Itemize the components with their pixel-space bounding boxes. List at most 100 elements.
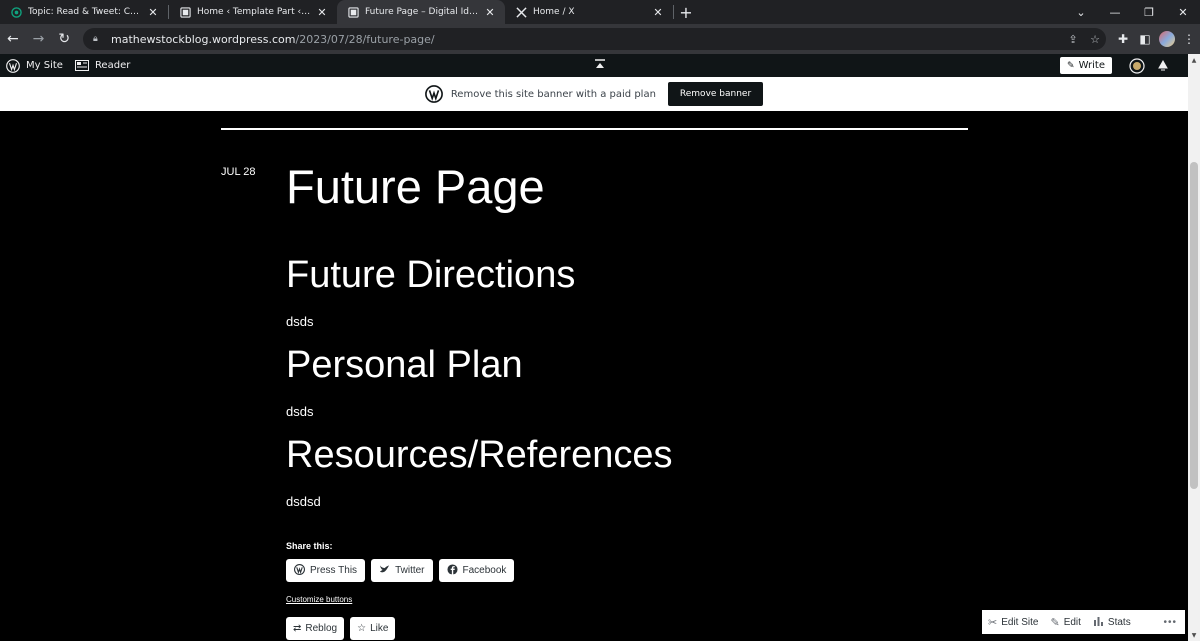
like-button[interactable]: ☆ Like (350, 617, 396, 640)
admin-bar-right: ✎ Write (1060, 54, 1174, 77)
toolbar-right: ✚ ◧ ⋮ (1112, 28, 1200, 50)
back-arrow-icon[interactable]: ← (0, 26, 26, 52)
tab-title: Home ‹ Template Part ‹ Editor ‹ D (197, 7, 311, 17)
site-banner: Remove this site banner with a paid plan… (0, 77, 1188, 111)
lock-icon: 🔒︎ (93, 34, 98, 44)
browser-tab-3-active[interactable]: Future Page – Digital Identity Jou ✕ (337, 0, 505, 24)
section-body: dsds (286, 314, 314, 329)
reload-icon[interactable]: ↻ (51, 26, 77, 52)
share-buttons: Press This Twitter Facebook (286, 559, 520, 582)
stats-button[interactable]: Stats (1087, 616, 1137, 629)
forward-arrow-icon[interactable]: → (26, 26, 52, 52)
section-heading: Resources/References (286, 434, 673, 476)
window-controls: ⌄ — ❐ ✕ (1064, 0, 1200, 24)
account-avatar-icon[interactable] (1126, 55, 1148, 77)
write-label: Write (1078, 60, 1105, 71)
x-logo-icon (515, 6, 527, 18)
scrollbar-thumb[interactable] (1190, 162, 1198, 489)
stats-bars-icon (1093, 616, 1104, 629)
page-icon (347, 6, 359, 18)
browser-tab-4[interactable]: Home / X ✕ (505, 0, 673, 24)
sidebar-icon[interactable]: ◧ (1134, 28, 1156, 50)
write-button[interactable]: ✎ Write (1060, 57, 1112, 74)
reblog-icon: ⇄ (293, 623, 302, 634)
like-row: ⇄ Reblog ☆ Like (286, 617, 401, 640)
url-host: mathewstockblog.wordpress.com (111, 32, 296, 46)
share-icon[interactable]: ⇪ (1062, 29, 1084, 49)
tab-title: Future Page – Digital Identity Jou (365, 7, 479, 17)
notifications-bell-icon[interactable] (1152, 55, 1174, 77)
menu-kebab-icon[interactable]: ⋮ (1178, 28, 1200, 50)
tab-title: Topic: Read & Tweet: Chapter 12 (28, 7, 142, 17)
tools-icon: ✂ (988, 616, 998, 629)
my-site-label: My Site (26, 60, 63, 71)
close-tab-icon[interactable]: ✕ (315, 5, 329, 19)
post-date: JUL 28 (221, 166, 256, 178)
wordpress-logo-icon (6, 58, 20, 73)
restore-icon[interactable]: ❐ (1132, 0, 1166, 24)
wordpress-logo-icon (424, 85, 443, 103)
browser-tab-strip: Topic: Read & Tweet: Chapter 12 ✕ Home ‹… (0, 0, 1200, 24)
pen-icon: ✎ (1067, 60, 1075, 71)
collapse-bar-icon[interactable] (594, 59, 606, 71)
browser-tab-1[interactable]: Topic: Read & Tweet: Chapter 12 ✕ (0, 0, 168, 24)
like-label: Like (370, 623, 389, 634)
tab-title: Home / X (533, 7, 575, 17)
section-heading: Personal Plan (286, 344, 523, 386)
my-site-link[interactable]: My Site (0, 54, 69, 77)
reblog-button[interactable]: ⇄ Reblog (286, 617, 345, 640)
remove-banner-button[interactable]: Remove banner (667, 82, 764, 106)
facebook-icon (446, 563, 458, 578)
reblog-label: Reblog (305, 623, 338, 634)
scroll-down-icon[interactable]: ▼ (1188, 629, 1200, 641)
page-scrollbar[interactable]: ▲ ▼ (1188, 54, 1200, 641)
omnibox-actions: ⇪ ☆ (1062, 29, 1106, 49)
wordpress-logo-icon (294, 563, 305, 578)
facebook-share-button[interactable]: Facebook (438, 559, 515, 582)
browser-toolbar: ← → ↻ 🔒︎ mathewstockblog.wordpress.com/2… (0, 24, 1200, 54)
url-path: /2023/07/28/future-page/ (295, 32, 435, 46)
section-body: dsdsd (286, 494, 321, 509)
pencil-icon: ✎ (1050, 616, 1060, 629)
post-content: JUL 28 Future Page Future Directions dsd… (0, 111, 1188, 641)
more-options-icon[interactable]: ••• (1163, 617, 1185, 628)
wp-admin-bar: My Site Reader ✎ Write (0, 54, 1188, 77)
customize-buttons-link[interactable]: Customize buttons (286, 595, 352, 604)
section-heading: Future Directions (286, 254, 576, 296)
press-this-label: Press This (310, 565, 358, 576)
address-bar[interactable]: 🔒︎ mathewstockblog.wordpress.com/2023/07… (83, 28, 1106, 50)
twitter-bird-icon (379, 564, 390, 577)
share-label: Share this: (286, 541, 333, 551)
reader-icon (74, 60, 89, 71)
close-tab-icon[interactable]: ✕ (651, 5, 665, 19)
close-tab-icon[interactable]: ✕ (146, 5, 160, 19)
stats-label: Stats (1107, 616, 1131, 628)
close-tab-icon[interactable]: ✕ (483, 5, 497, 19)
browser-tab-2[interactable]: Home ‹ Template Part ‹ Editor ‹ D ✕ (169, 0, 337, 24)
openai-icon (10, 6, 22, 18)
close-window-icon[interactable]: ✕ (1166, 0, 1200, 24)
facebook-label: Facebook (462, 565, 507, 576)
edit-site-label: Edit Site (1001, 616, 1039, 628)
extensions-puzzle-icon[interactable]: ✚ (1112, 28, 1134, 50)
banner-text: Remove this site banner with a paid plan (450, 88, 656, 100)
post-title: Future Page (286, 160, 545, 213)
edit-site-button[interactable]: ✂ Edit Site (982, 616, 1044, 629)
minimize-icon[interactable]: — (1098, 0, 1132, 24)
reader-label: Reader (94, 60, 131, 71)
divider (221, 128, 968, 130)
page-icon (179, 6, 191, 18)
bookmark-star-icon[interactable]: ☆ (1084, 29, 1106, 49)
scroll-up-icon[interactable]: ▲ (1188, 54, 1200, 66)
star-icon: ☆ (357, 623, 367, 634)
new-tab-button[interactable]: + (674, 0, 698, 24)
press-this-button[interactable]: Press This (286, 559, 366, 582)
twitter-share-button[interactable]: Twitter (371, 559, 433, 582)
section-body: dsds (286, 404, 314, 419)
reader-link[interactable]: Reader (69, 54, 136, 77)
edit-button[interactable]: ✎ Edit (1044, 616, 1086, 629)
twitter-label: Twitter (395, 565, 425, 576)
profile-avatar[interactable] (1159, 31, 1175, 47)
tab-search-icon[interactable]: ⌄ (1064, 0, 1098, 24)
edit-label: Edit (1063, 616, 1081, 628)
